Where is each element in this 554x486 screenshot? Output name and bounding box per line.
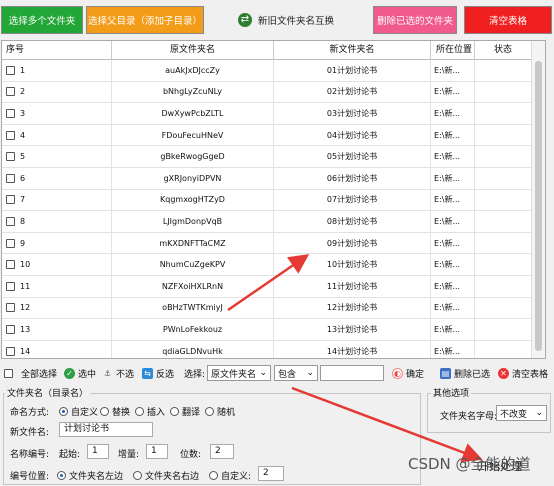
arrow-to-start-button [291, 386, 483, 463]
csdn-watermark: CSDN @全能的道 [408, 455, 531, 473]
annotation-arrows [227, 254, 483, 463]
arrow-to-table [227, 254, 310, 312]
